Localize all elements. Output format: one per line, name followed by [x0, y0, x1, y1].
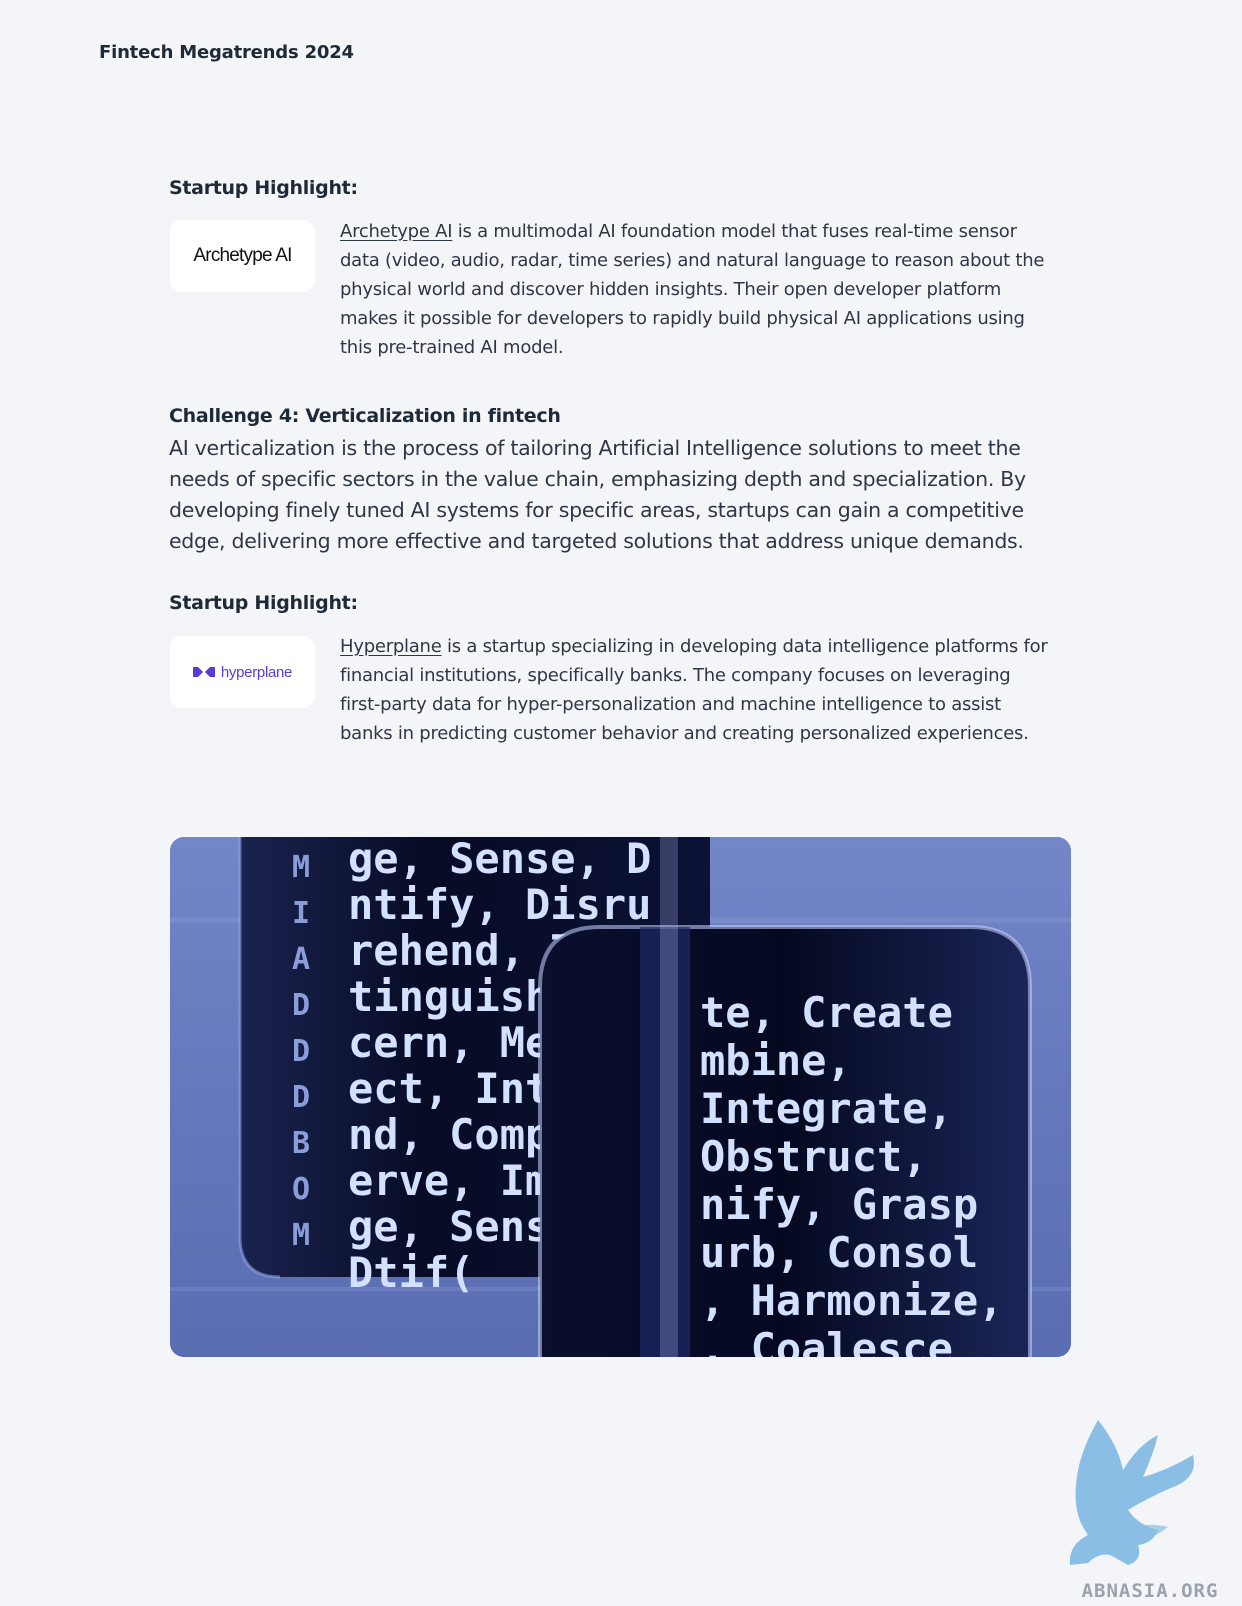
griffin-logo-icon: ABNASIA.ORG: [1069, 1420, 1219, 1602]
right-code-line-0: te, Create: [700, 988, 953, 1037]
challenge-paragraph: AI verticalization is the process of tai…: [169, 436, 1026, 553]
left-column-glyph-8: M: [292, 1218, 310, 1253]
hyperplane-link[interactable]: Hyperplane: [340, 636, 442, 657]
right-code-line-3: Obstruct,: [700, 1132, 928, 1181]
glass-code-image: MIADDDBOM ge, Sense, Dntify, Disru rehend…: [170, 837, 1071, 1357]
hyperplane-mark-icon: [192, 667, 215, 677]
left-code-line-8: ge, Sens: [348, 1202, 550, 1251]
left-code-line-9: Dtif(: [348, 1248, 474, 1297]
right-code-line-4: nify, Grasp: [700, 1180, 978, 1229]
archetype-ai-link[interactable]: Archetype AI: [340, 221, 453, 242]
left-code-line-4: cern, Me: [348, 1018, 550, 1067]
left-code-line-6: nd, Comp: [348, 1110, 550, 1159]
left-column-glyph-5: D: [292, 1080, 310, 1115]
left-column-glyph-1: I: [292, 896, 310, 931]
left-column-glyph-4: D: [292, 1034, 310, 1069]
startup-highlight-heading: Startup Highlight:: [169, 177, 358, 199]
hyperplane-logo: hyperplane: [192, 663, 293, 681]
right-code-line-6: , Harmonize,: [700, 1276, 1003, 1325]
right-code-line-1: mbine,: [700, 1036, 852, 1085]
glass-code-illustration: MIADDDBOM ge, Sense, Dntify, Disrurehend…: [170, 837, 1071, 1357]
hyperplane-description-text: is a startup specializing in developing …: [340, 636, 1048, 744]
left-column-glyph-6: B: [292, 1126, 310, 1161]
challenge-heading: Challenge 4: Verticalization in fintech: [169, 405, 561, 427]
right-code-line-7: , Coalesce: [700, 1324, 953, 1357]
hyperplane-logo-text: hyperplane: [220, 663, 293, 681]
left-code-line-5: ect, Int: [348, 1064, 550, 1113]
right-code-line-5: urb, Consol: [700, 1228, 978, 1277]
document-title: Fintech Megatrends 2024: [99, 42, 354, 63]
left-column-glyph-7: O: [292, 1172, 310, 1207]
left-code-line-7: erve, Im: [348, 1156, 550, 1205]
left-column-glyph-0: M: [292, 850, 310, 885]
right-code-line-2: Integrate,: [700, 1084, 953, 1133]
abnasia-watermark: ABNASIA.ORG: [1058, 1415, 1242, 1602]
left-code-line-1: ntify, Disru: [348, 880, 651, 929]
hyperplane-description: Hyperplane is a startup specializing in …: [340, 632, 1052, 748]
left-column-glyph-3: D: [292, 988, 310, 1023]
watermark-text: ABNASIA.ORG: [1082, 1580, 1219, 1602]
left-code-line-3: tinguish: [348, 972, 550, 1021]
startup-highlight-heading-2: Startup Highlight:: [169, 592, 358, 614]
left-code-line-0: ge, Sense, D: [348, 837, 651, 883]
archetype-ai-description: Archetype AI is a multimodal AI foundati…: [340, 217, 1052, 362]
hyperplane-logo-card: hyperplane: [170, 636, 315, 708]
archetype-ai-logo: Archetype AI: [193, 245, 292, 266]
left-column-glyph-2: A: [292, 942, 310, 977]
archetype-ai-logo-card: Archetype AI: [170, 220, 315, 292]
